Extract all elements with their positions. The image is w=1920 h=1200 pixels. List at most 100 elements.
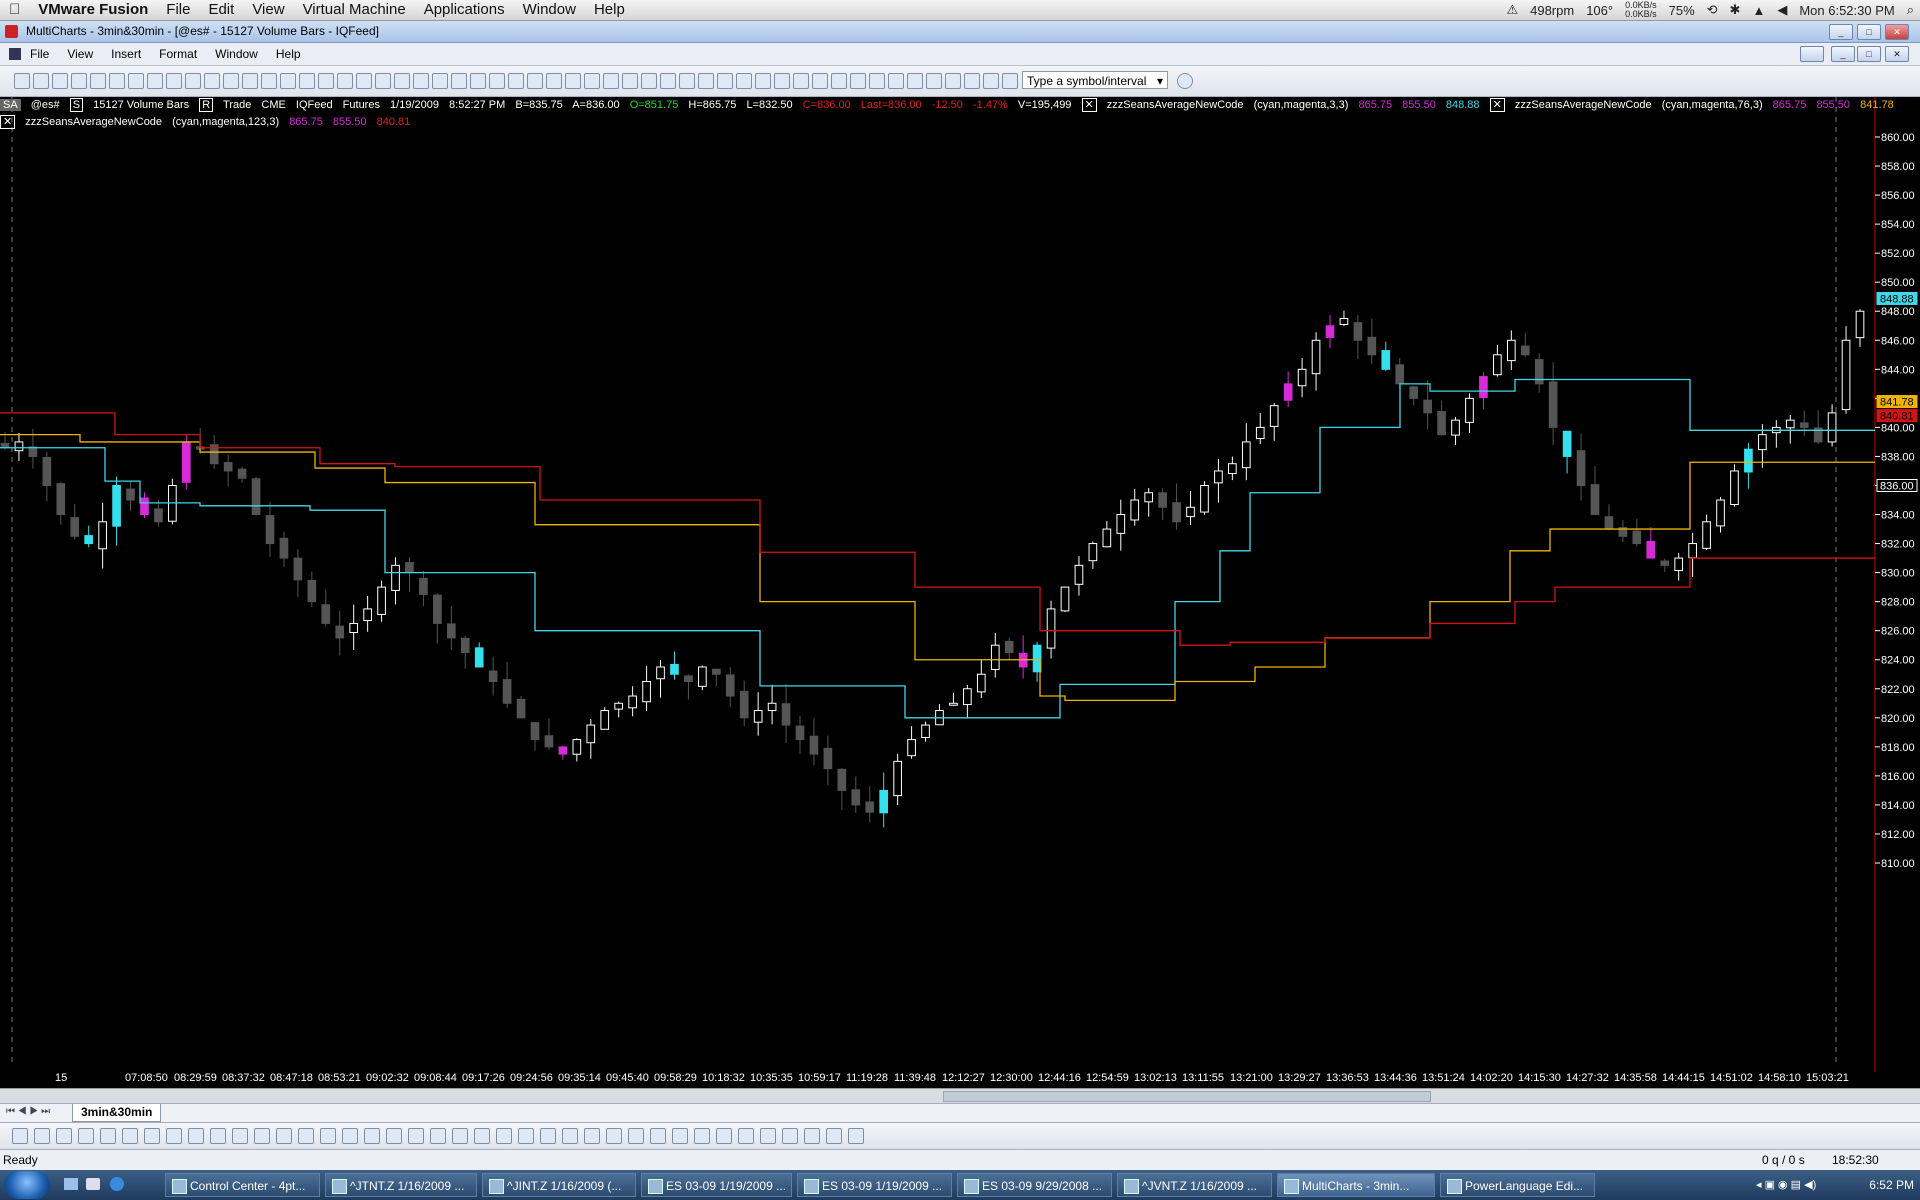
- drawing-tool-icon[interactable]: [12, 1128, 28, 1144]
- tray-icons[interactable]: ◂ ▣ ◉ ▤ ◀): [1756, 1178, 1816, 1191]
- candle-body[interactable]: [223, 462, 233, 472]
- chart-horizontal-scrollbar[interactable]: [0, 1088, 1920, 1103]
- menu-help[interactable]: Help: [267, 47, 310, 61]
- toolbar-button-icon[interactable]: [983, 73, 999, 89]
- candle-body[interactable]: [84, 535, 94, 545]
- toolbar-button-icon[interactable]: [565, 73, 581, 89]
- spotlight-icon[interactable]: ⌕: [1907, 2, 1914, 18]
- drawing-tool-icon[interactable]: [760, 1128, 776, 1144]
- show-desktop-icon[interactable]: [64, 1178, 78, 1190]
- candle-body[interactable]: [1214, 470, 1223, 484]
- maximize-button[interactable]: □: [1857, 24, 1881, 40]
- candle-body[interactable]: [1465, 397, 1474, 423]
- minimize-button[interactable]: _: [1829, 24, 1853, 40]
- drawing-tool-icon[interactable]: [210, 1128, 226, 1144]
- bluetooth-icon[interactable]: ✱: [1730, 2, 1741, 18]
- candle-body[interactable]: [949, 702, 958, 706]
- taskbar-item[interactable]: PowerLanguage Edi...: [1440, 1173, 1595, 1197]
- candle-body[interactable]: [56, 483, 66, 516]
- candle-body[interactable]: [405, 562, 414, 574]
- candle-body[interactable]: [795, 725, 805, 741]
- menu-format[interactable]: Format: [150, 47, 206, 61]
- candle-body[interactable]: [446, 623, 456, 639]
- candle-body[interactable]: [154, 508, 163, 523]
- candle-body[interactable]: [1046, 608, 1056, 649]
- drawing-tool-icon[interactable]: [254, 1128, 270, 1144]
- candle-body[interactable]: [1534, 359, 1544, 385]
- taskbar-item[interactable]: ES 03-09 1/19/2009 ...: [641, 1173, 792, 1197]
- candle-body[interactable]: [628, 695, 637, 709]
- toolbar-button-icon[interactable]: [71, 73, 87, 89]
- toolbar-button-icon[interactable]: [888, 73, 904, 89]
- apple-menu-icon[interactable]: : [0, 0, 29, 20]
- toolbar-button-icon[interactable]: [679, 73, 695, 89]
- candle-body[interactable]: [1674, 557, 1684, 571]
- drawing-tool-icon[interactable]: [496, 1128, 512, 1144]
- taskbar-item[interactable]: ^JTNT.Z 1/16/2009 ...: [325, 1173, 477, 1197]
- candle-body[interactable]: [1730, 470, 1739, 505]
- toolbar-button-icon[interactable]: [717, 73, 733, 89]
- drawing-tool-icon[interactable]: [694, 1128, 710, 1144]
- candle-body[interactable]: [1437, 411, 1446, 436]
- candle-body[interactable]: [586, 724, 596, 744]
- toolbar-button-icon[interactable]: [660, 73, 676, 89]
- candle-body[interactable]: [544, 735, 554, 748]
- close-button[interactable]: ✕: [1885, 24, 1909, 40]
- candle-body[interactable]: [1172, 502, 1181, 523]
- drawing-tool-icon[interactable]: [166, 1128, 182, 1144]
- candle-body[interactable]: [907, 739, 916, 757]
- drawing-tool-icon[interactable]: [540, 1128, 556, 1144]
- toolbar-button-icon[interactable]: [394, 73, 410, 89]
- candle-body[interactable]: [98, 521, 107, 550]
- candle-body[interactable]: [558, 746, 568, 755]
- candle-body[interactable]: [976, 673, 986, 693]
- candle-body[interactable]: [1799, 422, 1809, 428]
- toolbar-button-icon[interactable]: [793, 73, 809, 89]
- toolbar-button-icon[interactable]: [261, 73, 277, 89]
- menu-window[interactable]: Window: [206, 47, 267, 61]
- candle-body[interactable]: [1632, 530, 1642, 545]
- toolbar-button-icon[interactable]: [926, 73, 942, 89]
- chart-canvas[interactable]: 860.00 858.00 856.00 854.00 852.00 850.00 848.…: [0, 97, 1920, 1081]
- candle-body[interactable]: [572, 739, 582, 755]
- toolbar-button-icon[interactable]: [413, 73, 429, 89]
- toolbar-button-icon[interactable]: [489, 73, 505, 89]
- mac-menu-file[interactable]: File: [157, 0, 199, 20]
- toolbar-button-icon[interactable]: [14, 73, 30, 89]
- candle-body[interactable]: [1562, 430, 1572, 457]
- drawing-tool-icon[interactable]: [628, 1128, 644, 1144]
- toolbar-button-icon[interactable]: [736, 73, 752, 89]
- taskbar-item[interactable]: ^JINT.Z 1/16/2009 (...: [482, 1173, 636, 1197]
- drawing-tool-icon[interactable]: [386, 1128, 402, 1144]
- toolbar-button-icon[interactable]: [52, 73, 68, 89]
- toolbar-button-icon[interactable]: [869, 73, 885, 89]
- doc-maximize-button[interactable]: □: [1857, 46, 1881, 62]
- candle-body[interactable]: [265, 515, 275, 545]
- candle-body[interactable]: [1841, 339, 1851, 411]
- candle-body[interactable]: [502, 679, 512, 704]
- tab-nav-arrows-icon[interactable]: ⏮ ◀ ▶ ⏭: [6, 1106, 50, 1117]
- candle-body[interactable]: [739, 690, 749, 719]
- candle-body[interactable]: [1660, 560, 1670, 566]
- drawing-tool-icon[interactable]: [606, 1128, 622, 1144]
- toolbar-button-icon[interactable]: [432, 73, 448, 89]
- drawing-tool-icon[interactable]: [848, 1128, 864, 1144]
- symbol-interval-input[interactable]: Type a symbol/interval ▾: [1022, 71, 1168, 89]
- candle-body[interactable]: [1827, 412, 1837, 443]
- candle-body[interactable]: [1744, 448, 1753, 473]
- candle-body[interactable]: [1758, 434, 1767, 451]
- toolbar-button-icon[interactable]: [812, 73, 828, 89]
- candle-body[interactable]: [921, 724, 930, 739]
- candle-body[interactable]: [279, 537, 289, 559]
- toolbar-button-icon[interactable]: [622, 73, 638, 89]
- drawing-tool-icon[interactable]: [320, 1128, 336, 1144]
- candle-body[interactable]: [823, 747, 833, 770]
- toolbar-button-icon[interactable]: [242, 73, 258, 89]
- candle-body[interactable]: [1311, 339, 1321, 375]
- toolbar-button-icon[interactable]: [90, 73, 106, 89]
- candle-body[interactable]: [1297, 368, 1307, 387]
- menu-view[interactable]: View: [58, 47, 102, 61]
- toolbar-button-icon[interactable]: [641, 73, 657, 89]
- chevron-down-icon[interactable]: ▾: [1157, 72, 1163, 90]
- drawing-tool-icon[interactable]: [782, 1128, 798, 1144]
